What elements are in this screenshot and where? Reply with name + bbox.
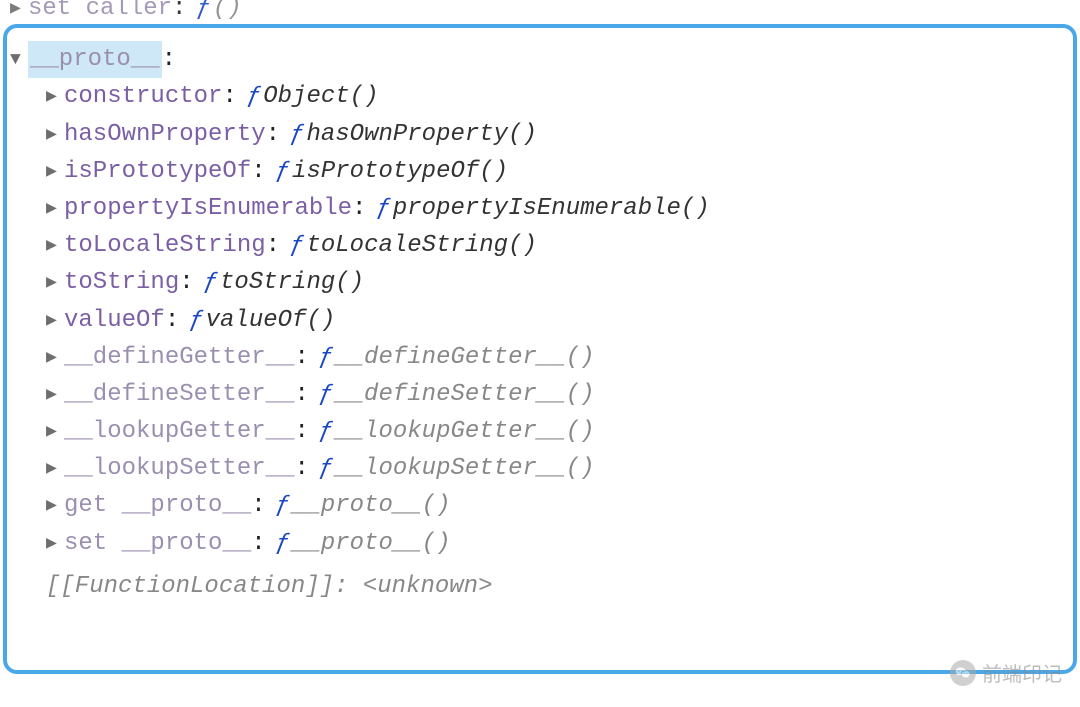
function-f-glyph: ƒ: [266, 153, 292, 190]
property-name: set __proto__: [64, 525, 251, 562]
property-name: __lookupSetter__: [64, 450, 294, 487]
property-name: valueOf: [64, 302, 165, 339]
expand-arrow-icon[interactable]: ▶: [46, 159, 64, 187]
property-name: __defineGetter__: [64, 339, 294, 376]
partial-row-top[interactable]: ▶ set caller : ƒ (): [10, 0, 1080, 27]
expand-arrow-icon[interactable]: ▶: [46, 456, 64, 484]
property-name: toString: [64, 264, 179, 301]
proto-header-row[interactable]: ▼ __proto__ :: [10, 41, 1080, 78]
expand-arrow-icon[interactable]: ▶: [46, 531, 64, 559]
expand-arrow-icon[interactable]: ▶: [46, 270, 64, 298]
function-f-glyph: ƒ: [309, 413, 335, 450]
expand-arrow-icon[interactable]: ▶: [46, 308, 64, 336]
expand-arrow-icon[interactable]: ▶: [46, 84, 64, 112]
property-row[interactable]: ▶__lookupGetter__:ƒ__lookupGetter__(): [10, 413, 1080, 450]
colon: :: [165, 302, 179, 339]
expand-arrow-icon[interactable]: ▶: [46, 233, 64, 261]
function-name: __proto__(): [292, 525, 450, 562]
property-row[interactable]: ▶valueOf:ƒvalueOf(): [10, 302, 1080, 339]
collapse-arrow-icon[interactable]: ▼: [10, 47, 28, 75]
colon: :: [266, 227, 280, 264]
partial-row-bottom[interactable]: [[FunctionLocation]]: <unknown>: [10, 568, 1080, 605]
colon: :: [294, 376, 308, 413]
colon: :: [222, 78, 236, 115]
colon: :: [251, 525, 265, 562]
property-name: __lookupGetter__: [64, 413, 294, 450]
function-f-glyph: ƒ: [280, 116, 306, 153]
property-row[interactable]: ▶constructor:ƒObject(): [10, 78, 1080, 115]
function-name: (): [213, 0, 242, 27]
proto-children: ▶constructor:ƒObject()▶hasOwnProperty:ƒh…: [10, 78, 1080, 561]
expand-arrow-icon[interactable]: ▶: [46, 493, 64, 521]
colon: :: [251, 153, 265, 190]
function-f-glyph: ƒ: [194, 264, 220, 301]
property-name: get __proto__: [64, 487, 251, 524]
function-name: __proto__(): [292, 487, 450, 524]
function-name: valueOf(): [206, 302, 336, 339]
expand-arrow-icon[interactable]: ▶: [46, 345, 64, 373]
function-f-glyph: ƒ: [179, 302, 205, 339]
colon: :: [294, 339, 308, 376]
property-row[interactable]: ▶toLocaleString:ƒtoLocaleString(): [10, 227, 1080, 264]
expand-arrow-icon[interactable]: ▶: [46, 122, 64, 150]
watermark: 前端印记: [950, 658, 1062, 687]
expand-arrow-icon[interactable]: ▶: [46, 419, 64, 447]
colon: :: [251, 487, 265, 524]
property-name: isPrototypeOf: [64, 153, 251, 190]
function-name: Object(): [263, 78, 378, 115]
property-row[interactable]: ▶set __proto__:ƒ__proto__(): [10, 525, 1080, 562]
expand-arrow-icon[interactable]: ▶: [46, 382, 64, 410]
function-name: toString(): [220, 264, 364, 301]
property-name: hasOwnProperty: [64, 116, 266, 153]
function-name: propertyIsEnumerable(): [393, 190, 710, 227]
property-name: propertyIsEnumerable: [64, 190, 352, 227]
colon: :: [294, 413, 308, 450]
colon: :: [172, 0, 186, 27]
colon: :: [266, 116, 280, 153]
wechat-icon: [950, 660, 976, 686]
function-name: __lookupGetter__(): [335, 413, 594, 450]
expand-arrow-icon[interactable]: ▶: [10, 0, 28, 24]
function-f-glyph: ƒ: [186, 0, 212, 27]
expand-arrow-icon[interactable]: ▶: [46, 196, 64, 224]
colon: :: [352, 190, 366, 227]
function-f-glyph: ƒ: [366, 190, 392, 227]
property-row[interactable]: ▶get __proto__:ƒ__proto__(): [10, 487, 1080, 524]
function-name: __defineSetter__(): [335, 376, 594, 413]
property-name: constructor: [64, 78, 222, 115]
object-tree: ▶ set caller : ƒ () ▼ __proto__ : ▶const…: [0, 0, 1080, 599]
colon: :: [162, 41, 176, 78]
function-f-glyph: ƒ: [309, 376, 335, 413]
property-row[interactable]: ▶__defineSetter__:ƒ__defineSetter__(): [10, 376, 1080, 413]
function-name: __lookupSetter__(): [335, 450, 594, 487]
property-name: toLocaleString: [64, 227, 266, 264]
property-name: __defineSetter__: [64, 376, 294, 413]
function-name: hasOwnProperty(): [306, 116, 536, 153]
property-row[interactable]: ▶isPrototypeOf:ƒisPrototypeOf(): [10, 153, 1080, 190]
function-f-glyph: ƒ: [237, 78, 263, 115]
property-row[interactable]: ▶__lookupSetter__:ƒ__lookupSetter__(): [10, 450, 1080, 487]
colon: :: [179, 264, 193, 301]
property-name-proto: __proto__: [28, 41, 162, 78]
property-row[interactable]: ▶propertyIsEnumerable:ƒpropertyIsEnumera…: [10, 190, 1080, 227]
colon: :: [294, 450, 308, 487]
function-f-glyph: ƒ: [309, 339, 335, 376]
property-row[interactable]: ▶__defineGetter__:ƒ__defineGetter__(): [10, 339, 1080, 376]
function-f-glyph: ƒ: [309, 450, 335, 487]
function-name: __defineGetter__(): [335, 339, 594, 376]
partial-bottom-text: [[FunctionLocation]]: <unknown>: [46, 568, 492, 605]
watermark-label: 前端印记: [982, 658, 1062, 687]
function-f-glyph: ƒ: [266, 487, 292, 524]
property-row[interactable]: ▶hasOwnProperty:ƒhasOwnProperty(): [10, 116, 1080, 153]
property-name: set caller: [28, 0, 172, 27]
function-name: toLocaleString(): [306, 227, 536, 264]
property-row[interactable]: ▶toString:ƒtoString(): [10, 264, 1080, 301]
function-f-glyph: ƒ: [266, 525, 292, 562]
function-f-glyph: ƒ: [280, 227, 306, 264]
function-name: isPrototypeOf(): [292, 153, 508, 190]
